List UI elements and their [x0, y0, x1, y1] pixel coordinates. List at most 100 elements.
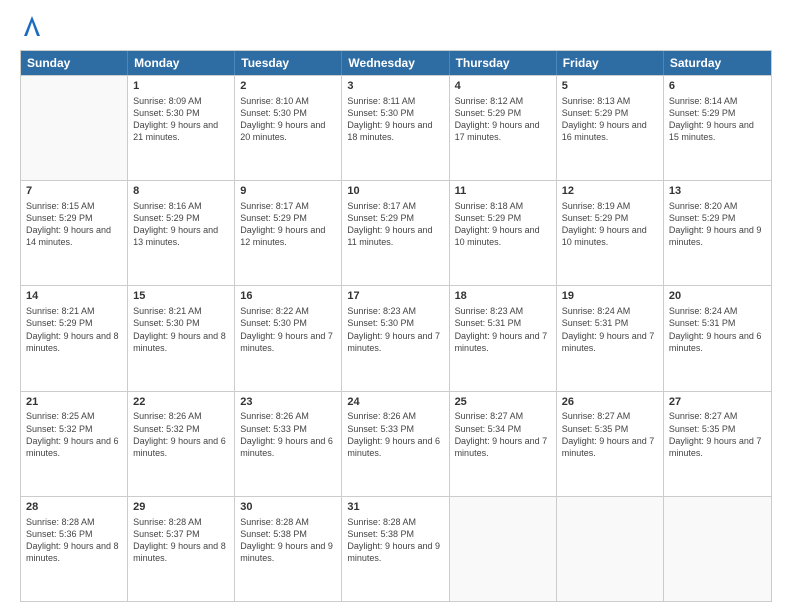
- calendar-cell: 14Sunrise: 8:21 AM Sunset: 5:29 PM Dayli…: [21, 286, 128, 390]
- calendar-day-header: Tuesday: [235, 51, 342, 75]
- day-number: 29: [133, 500, 229, 515]
- calendar-cell: 1Sunrise: 8:09 AM Sunset: 5:30 PM Daylig…: [128, 76, 235, 180]
- calendar-cell: 17Sunrise: 8:23 AM Sunset: 5:30 PM Dayli…: [342, 286, 449, 390]
- cell-info: Sunrise: 8:24 AM Sunset: 5:31 PM Dayligh…: [669, 305, 766, 354]
- calendar-cell: 19Sunrise: 8:24 AM Sunset: 5:31 PM Dayli…: [557, 286, 664, 390]
- calendar-cell: 5Sunrise: 8:13 AM Sunset: 5:29 PM Daylig…: [557, 76, 664, 180]
- cell-info: Sunrise: 8:22 AM Sunset: 5:30 PM Dayligh…: [240, 305, 336, 354]
- calendar-cell: 7Sunrise: 8:15 AM Sunset: 5:29 PM Daylig…: [21, 181, 128, 285]
- cell-info: Sunrise: 8:28 AM Sunset: 5:37 PM Dayligh…: [133, 516, 229, 565]
- calendar-cell: 8Sunrise: 8:16 AM Sunset: 5:29 PM Daylig…: [128, 181, 235, 285]
- calendar-cell: 6Sunrise: 8:14 AM Sunset: 5:29 PM Daylig…: [664, 76, 771, 180]
- day-number: 2: [240, 79, 336, 94]
- day-number: 4: [455, 79, 551, 94]
- cell-info: Sunrise: 8:16 AM Sunset: 5:29 PM Dayligh…: [133, 200, 229, 249]
- day-number: 26: [562, 395, 658, 410]
- calendar-cell: 30Sunrise: 8:28 AM Sunset: 5:38 PM Dayli…: [235, 497, 342, 601]
- cell-info: Sunrise: 8:25 AM Sunset: 5:32 PM Dayligh…: [26, 410, 122, 459]
- calendar-cell: 22Sunrise: 8:26 AM Sunset: 5:32 PM Dayli…: [128, 392, 235, 496]
- calendar-cell: [21, 76, 128, 180]
- cell-info: Sunrise: 8:12 AM Sunset: 5:29 PM Dayligh…: [455, 95, 551, 144]
- calendar-cell: 13Sunrise: 8:20 AM Sunset: 5:29 PM Dayli…: [664, 181, 771, 285]
- day-number: 16: [240, 289, 336, 304]
- calendar-cell: [557, 497, 664, 601]
- calendar-cell: [450, 497, 557, 601]
- cell-info: Sunrise: 8:14 AM Sunset: 5:29 PM Dayligh…: [669, 95, 766, 144]
- calendar-day-header: Friday: [557, 51, 664, 75]
- calendar-cell: 4Sunrise: 8:12 AM Sunset: 5:29 PM Daylig…: [450, 76, 557, 180]
- cell-info: Sunrise: 8:15 AM Sunset: 5:29 PM Dayligh…: [26, 200, 122, 249]
- day-number: 28: [26, 500, 122, 515]
- logo: [20, 18, 42, 42]
- day-number: 27: [669, 395, 766, 410]
- cell-info: Sunrise: 8:26 AM Sunset: 5:33 PM Dayligh…: [347, 410, 443, 459]
- logo-icon: [22, 14, 42, 38]
- day-number: 5: [562, 79, 658, 94]
- day-number: 9: [240, 184, 336, 199]
- cell-info: Sunrise: 8:17 AM Sunset: 5:29 PM Dayligh…: [240, 200, 336, 249]
- day-number: 11: [455, 184, 551, 199]
- day-number: 17: [347, 289, 443, 304]
- cell-info: Sunrise: 8:23 AM Sunset: 5:30 PM Dayligh…: [347, 305, 443, 354]
- cell-info: Sunrise: 8:21 AM Sunset: 5:30 PM Dayligh…: [133, 305, 229, 354]
- cell-info: Sunrise: 8:10 AM Sunset: 5:30 PM Dayligh…: [240, 95, 336, 144]
- day-number: 6: [669, 79, 766, 94]
- calendar-cell: 12Sunrise: 8:19 AM Sunset: 5:29 PM Dayli…: [557, 181, 664, 285]
- calendar-day-header: Thursday: [450, 51, 557, 75]
- calendar-cell: 20Sunrise: 8:24 AM Sunset: 5:31 PM Dayli…: [664, 286, 771, 390]
- calendar-cell: 2Sunrise: 8:10 AM Sunset: 5:30 PM Daylig…: [235, 76, 342, 180]
- day-number: 12: [562, 184, 658, 199]
- cell-info: Sunrise: 8:28 AM Sunset: 5:36 PM Dayligh…: [26, 516, 122, 565]
- calendar-day-header: Saturday: [664, 51, 771, 75]
- calendar-cell: 26Sunrise: 8:27 AM Sunset: 5:35 PM Dayli…: [557, 392, 664, 496]
- calendar-cell: 27Sunrise: 8:27 AM Sunset: 5:35 PM Dayli…: [664, 392, 771, 496]
- calendar-week-row: 7Sunrise: 8:15 AM Sunset: 5:29 PM Daylig…: [21, 180, 771, 285]
- header: [20, 18, 772, 42]
- calendar-cell: 29Sunrise: 8:28 AM Sunset: 5:37 PM Dayli…: [128, 497, 235, 601]
- day-number: 3: [347, 79, 443, 94]
- day-number: 21: [26, 395, 122, 410]
- calendar-day-header: Sunday: [21, 51, 128, 75]
- day-number: 8: [133, 184, 229, 199]
- cell-info: Sunrise: 8:09 AM Sunset: 5:30 PM Dayligh…: [133, 95, 229, 144]
- calendar-cell: [664, 497, 771, 601]
- calendar-week-row: 14Sunrise: 8:21 AM Sunset: 5:29 PM Dayli…: [21, 285, 771, 390]
- calendar-cell: 10Sunrise: 8:17 AM Sunset: 5:29 PM Dayli…: [342, 181, 449, 285]
- day-number: 1: [133, 79, 229, 94]
- cell-info: Sunrise: 8:20 AM Sunset: 5:29 PM Dayligh…: [669, 200, 766, 249]
- calendar-week-row: 1Sunrise: 8:09 AM Sunset: 5:30 PM Daylig…: [21, 75, 771, 180]
- day-number: 18: [455, 289, 551, 304]
- calendar-day-header: Wednesday: [342, 51, 449, 75]
- calendar-header-row: SundayMondayTuesdayWednesdayThursdayFrid…: [21, 51, 771, 75]
- calendar-cell: 9Sunrise: 8:17 AM Sunset: 5:29 PM Daylig…: [235, 181, 342, 285]
- day-number: 24: [347, 395, 443, 410]
- calendar-cell: 31Sunrise: 8:28 AM Sunset: 5:38 PM Dayli…: [342, 497, 449, 601]
- calendar-day-header: Monday: [128, 51, 235, 75]
- cell-info: Sunrise: 8:23 AM Sunset: 5:31 PM Dayligh…: [455, 305, 551, 354]
- calendar-cell: 18Sunrise: 8:23 AM Sunset: 5:31 PM Dayli…: [450, 286, 557, 390]
- calendar-cell: 28Sunrise: 8:28 AM Sunset: 5:36 PM Dayli…: [21, 497, 128, 601]
- calendar-cell: 11Sunrise: 8:18 AM Sunset: 5:29 PM Dayli…: [450, 181, 557, 285]
- calendar-cell: 3Sunrise: 8:11 AM Sunset: 5:30 PM Daylig…: [342, 76, 449, 180]
- day-number: 20: [669, 289, 766, 304]
- day-number: 23: [240, 395, 336, 410]
- cell-info: Sunrise: 8:27 AM Sunset: 5:34 PM Dayligh…: [455, 410, 551, 459]
- cell-info: Sunrise: 8:21 AM Sunset: 5:29 PM Dayligh…: [26, 305, 122, 354]
- cell-info: Sunrise: 8:27 AM Sunset: 5:35 PM Dayligh…: [669, 410, 766, 459]
- calendar-cell: 16Sunrise: 8:22 AM Sunset: 5:30 PM Dayli…: [235, 286, 342, 390]
- calendar-cell: 23Sunrise: 8:26 AM Sunset: 5:33 PM Dayli…: [235, 392, 342, 496]
- calendar-cell: 21Sunrise: 8:25 AM Sunset: 5:32 PM Dayli…: [21, 392, 128, 496]
- day-number: 10: [347, 184, 443, 199]
- calendar: SundayMondayTuesdayWednesdayThursdayFrid…: [20, 50, 772, 602]
- cell-info: Sunrise: 8:11 AM Sunset: 5:30 PM Dayligh…: [347, 95, 443, 144]
- cell-info: Sunrise: 8:27 AM Sunset: 5:35 PM Dayligh…: [562, 410, 658, 459]
- calendar-week-row: 28Sunrise: 8:28 AM Sunset: 5:36 PM Dayli…: [21, 496, 771, 601]
- day-number: 15: [133, 289, 229, 304]
- cell-info: Sunrise: 8:24 AM Sunset: 5:31 PM Dayligh…: [562, 305, 658, 354]
- day-number: 13: [669, 184, 766, 199]
- day-number: 25: [455, 395, 551, 410]
- cell-info: Sunrise: 8:26 AM Sunset: 5:32 PM Dayligh…: [133, 410, 229, 459]
- day-number: 22: [133, 395, 229, 410]
- calendar-cell: 24Sunrise: 8:26 AM Sunset: 5:33 PM Dayli…: [342, 392, 449, 496]
- cell-info: Sunrise: 8:17 AM Sunset: 5:29 PM Dayligh…: [347, 200, 443, 249]
